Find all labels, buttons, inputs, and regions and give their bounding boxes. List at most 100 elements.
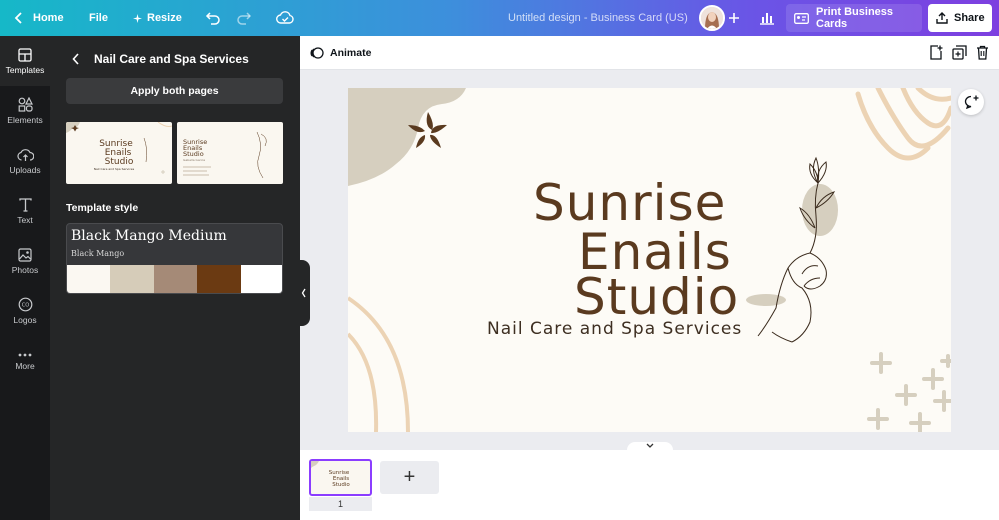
template-preview-front: Sunrise Enails Studio Nail Care and Spa …: [66, 122, 172, 174]
chevron-left-icon: [301, 288, 306, 298]
add-collaborator-button[interactable]: [728, 0, 740, 36]
cloud-check-icon: [276, 11, 294, 25]
color-swatch: [240, 265, 282, 293]
add-page-top-button[interactable]: [929, 45, 943, 65]
upload-icon: [936, 12, 948, 24]
animate-button[interactable]: Animate: [310, 36, 371, 70]
photos-icon: [18, 247, 32, 262]
share-button[interactable]: Share: [928, 4, 992, 32]
duplicate-page-button[interactable]: [952, 45, 967, 65]
page-preview: Sunrise Enails Studio: [311, 461, 350, 488]
bar-chart-icon: [759, 11, 775, 25]
template-style-card[interactable]: Black Mango Medium Black Mango: [66, 223, 283, 294]
rail-label: More: [15, 360, 35, 371]
rail-item-text[interactable]: Text: [0, 186, 50, 236]
left-rail: Templates Elements Uploads Text Photos C…: [0, 36, 50, 520]
color-swatch: [153, 265, 198, 293]
beige-blob-shape: [348, 88, 466, 186]
resize-button[interactable]: Resize: [133, 0, 182, 36]
home-button[interactable]: Home: [14, 0, 64, 36]
add-page-button[interactable]: +: [380, 461, 439, 494]
add-page-icon: [930, 45, 943, 60]
undo-icon: [205, 11, 221, 25]
home-label: Home: [33, 12, 64, 24]
document-title[interactable]: Untitled design - Business Card (US): [508, 0, 688, 36]
rail-label: Text: [17, 214, 33, 225]
page-strip: Sunrise Enails Studio 1 +: [300, 450, 999, 520]
top-bar: Home File Resize Untitled design - Busin…: [0, 0, 999, 36]
more-icon: [18, 353, 32, 356]
svg-text:Studio: Studio: [105, 157, 134, 167]
business-card-canvas[interactable]: Sunrise Enails Studio Nail Care and Spa …: [348, 88, 951, 432]
apply-both-pages-button[interactable]: Apply both pages: [66, 78, 283, 104]
business-card-icon: [794, 12, 809, 24]
redo-button[interactable]: [236, 0, 252, 36]
font-name: Black Mango Medium: [71, 228, 227, 244]
text-icon: [18, 197, 32, 212]
uploads-icon: [16, 148, 34, 161]
svg-text:CO: CO: [21, 303, 28, 309]
template-style-heading: Template style: [66, 202, 139, 214]
chevron-left-icon: [14, 12, 24, 24]
color-swatch: [67, 265, 111, 293]
rail-label: Elements: [7, 115, 43, 125]
print-label: Print Business Cards: [816, 6, 894, 30]
rail-label: Logos: [13, 315, 37, 325]
undo-button[interactable]: [205, 0, 221, 36]
insights-button[interactable]: [759, 0, 775, 36]
font-sub-name: Black Mango: [71, 249, 125, 258]
color-swatch: [197, 265, 241, 293]
arc-line: [348, 332, 379, 432]
color-palette: [67, 265, 282, 293]
page-number: 1: [309, 497, 372, 511]
elements-icon: [18, 97, 33, 112]
back-button[interactable]: [72, 52, 80, 70]
rail-label: Photos: [11, 264, 39, 275]
animate-icon: [310, 47, 324, 59]
card-tagline[interactable]: Nail Care and Spa Services: [487, 319, 742, 339]
template-thumb-front[interactable]: Sunrise Enails Studio Nail Care and Spa …: [66, 122, 172, 184]
page-thumbnail[interactable]: Sunrise Enails Studio: [309, 459, 372, 496]
card-title-line-3[interactable]: Studio: [574, 268, 739, 326]
cloud-save-status[interactable]: [276, 0, 294, 36]
svg-text:Isabella Garcia: Isabella Garcia: [183, 158, 205, 162]
arc-line: [348, 296, 410, 432]
user-photo-icon: [701, 7, 723, 29]
templates-icon: [18, 47, 32, 62]
color-swatch: [110, 265, 154, 293]
rail-item-photos[interactable]: Photos: [0, 236, 50, 286]
panel-collapse-handle[interactable]: [300, 260, 310, 326]
add-comment-button[interactable]: [958, 89, 984, 115]
chevron-down-icon: [646, 443, 654, 448]
chevron-left-icon: [72, 53, 79, 65]
duplicate-icon: [952, 45, 967, 60]
rail-item-uploads[interactable]: Uploads: [0, 136, 50, 186]
editor-toolbar: Animate: [300, 36, 999, 70]
sparkle-icon: [133, 13, 142, 23]
delete-page-button[interactable]: [976, 45, 989, 65]
file-label: File: [89, 12, 108, 24]
plus-icon: [728, 12, 740, 24]
print-business-cards-button[interactable]: Print Business Cards: [786, 4, 922, 32]
logos-icon: CO: [18, 297, 32, 312]
resize-label: Resize: [147, 12, 182, 24]
beige-dot-shape: [802, 184, 838, 236]
templates-panel: Nail Care and Spa Services Apply both pa…: [50, 36, 300, 520]
rail-item-more[interactable]: More: [0, 336, 50, 386]
trash-icon: [977, 45, 988, 60]
rail-item-logos[interactable]: CO Logos: [0, 286, 50, 336]
panel-title: Nail Care and Spa Services: [94, 52, 249, 66]
svg-text:Studio: Studio: [183, 150, 204, 158]
template-preview-back: Sunrise Enails Studio Isabella Garcia: [183, 131, 267, 179]
avatar[interactable]: [699, 5, 725, 31]
animate-label: Animate: [330, 47, 372, 59]
rail-label: Uploads: [9, 164, 41, 175]
comment-add-icon: [964, 95, 978, 109]
rail-item-templates[interactable]: Templates: [0, 36, 50, 86]
share-label: Share: [954, 12, 985, 24]
cross-shapes: [867, 352, 951, 432]
template-thumb-back[interactable]: Sunrise Enails Studio Isabella Garcia: [177, 122, 283, 184]
file-menu[interactable]: File: [89, 0, 108, 36]
redo-icon: [236, 11, 252, 25]
rail-item-elements[interactable]: Elements: [0, 86, 50, 136]
